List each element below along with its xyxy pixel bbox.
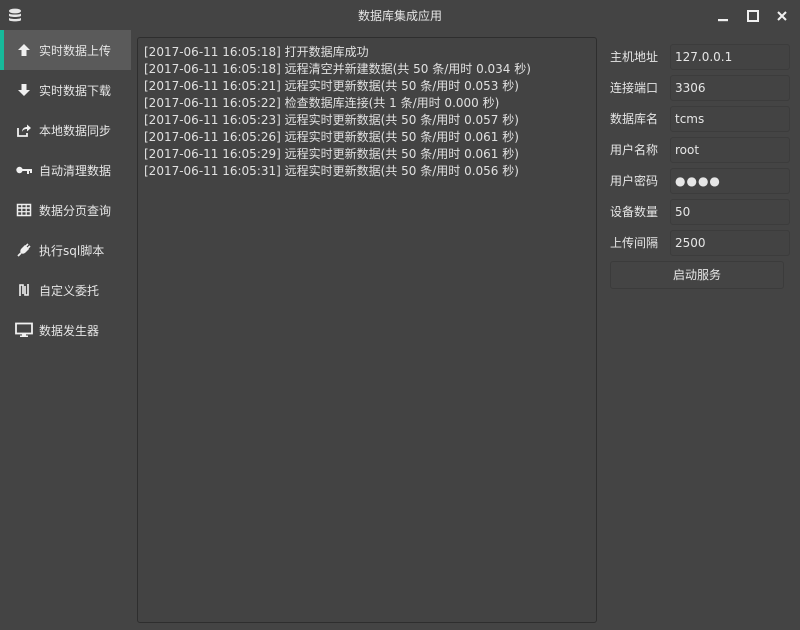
maximize-icon bbox=[747, 10, 759, 22]
plug-icon bbox=[15, 241, 33, 259]
share-icon bbox=[15, 121, 33, 139]
sidebar-item-realtime-upload[interactable]: 实时数据上传 bbox=[0, 30, 131, 70]
arrow-up-icon bbox=[15, 41, 33, 59]
count-label: 设备数量 bbox=[610, 205, 659, 219]
dbname-input[interactable] bbox=[670, 105, 790, 132]
port-row: 连接端口 bbox=[604, 72, 796, 103]
log-line: [2017-06-11 16:05:26] 远程实时更新数据(共 50 条/用时… bbox=[144, 130, 519, 144]
sidebar-item-label: 数据分页查询 bbox=[39, 203, 112, 218]
port-input[interactable] bbox=[670, 74, 790, 101]
table-icon bbox=[15, 201, 33, 219]
sidebar-item-paged-query[interactable]: 数据分页查询 bbox=[0, 190, 131, 230]
sidebar-item-custom-delegate[interactable]: 自定义委托 bbox=[0, 270, 131, 310]
close-button[interactable] bbox=[772, 6, 792, 26]
start-service-button[interactable]: 启动服务 bbox=[610, 261, 784, 289]
app-window: 数据库集成应用 实时数据上传 实时数据下载 本地数据同步 自动清理数据 数据分页… bbox=[0, 0, 800, 630]
device-count-input[interactable] bbox=[670, 198, 790, 225]
interval-row: 上传间隔 bbox=[604, 227, 796, 258]
user-row: 用户名称 bbox=[604, 134, 796, 165]
minimize-icon bbox=[718, 19, 728, 22]
key-icon bbox=[15, 161, 33, 179]
sidebar-item-realtime-download[interactable]: 实时数据下载 bbox=[0, 70, 131, 110]
password-row: 用户密码 ●●●● bbox=[604, 165, 796, 196]
sidebar-item-label: 自动清理数据 bbox=[39, 163, 112, 178]
port-label: 连接端口 bbox=[610, 81, 659, 95]
maximize-button[interactable] bbox=[743, 6, 763, 26]
interval-label: 上传间隔 bbox=[610, 236, 659, 250]
host-label: 主机地址 bbox=[610, 50, 659, 64]
sidebar-item-label: 实时数据上传 bbox=[39, 43, 112, 58]
dbname-label: 数据库名 bbox=[610, 112, 659, 126]
password-label: 用户密码 bbox=[610, 174, 659, 188]
arrow-down-icon bbox=[15, 81, 33, 99]
currency-icon bbox=[15, 281, 33, 299]
log-line: [2017-06-11 16:05:22] 检查数据库连接(共 1 条/用时 0… bbox=[144, 96, 500, 110]
close-icon bbox=[777, 11, 787, 21]
user-label: 用户名称 bbox=[610, 143, 659, 157]
log-line: [2017-06-11 16:05:18] 打开数据库成功 bbox=[144, 45, 369, 59]
sidebar-item-data-generator[interactable]: 数据发生器 bbox=[0, 310, 131, 350]
sidebar-item-label: 执行sql脚本 bbox=[39, 243, 105, 258]
sidebar-item-run-sql[interactable]: 执行sql脚本 bbox=[0, 230, 131, 270]
count-row: 设备数量 bbox=[604, 196, 796, 227]
host-row: 主机地址 bbox=[604, 41, 796, 72]
sidebar-item-label: 自定义委托 bbox=[39, 283, 100, 298]
log-line: [2017-06-11 16:05:21] 远程实时更新数据(共 50 条/用时… bbox=[144, 79, 519, 93]
log-output[interactable]: [2017-06-11 16:05:18] 打开数据库成功 [2017-06-1… bbox=[137, 37, 597, 623]
log-line: [2017-06-11 16:05:23] 远程实时更新数据(共 50 条/用时… bbox=[144, 113, 519, 127]
sidebar-item-auto-clean[interactable]: 自动清理数据 bbox=[0, 150, 131, 190]
user-input[interactable] bbox=[670, 136, 790, 163]
sidebar: 实时数据上传 实时数据下载 本地数据同步 自动清理数据 数据分页查询 执行sql… bbox=[0, 30, 131, 630]
password-input[interactable]: ●●●● bbox=[670, 167, 790, 194]
sidebar-item-local-sync[interactable]: 本地数据同步 bbox=[0, 110, 131, 150]
monitor-icon bbox=[15, 321, 33, 339]
sidebar-item-label: 本地数据同步 bbox=[39, 123, 112, 138]
log-line: [2017-06-11 16:05:29] 远程实时更新数据(共 50 条/用时… bbox=[144, 147, 519, 161]
window-title: 数据库集成应用 bbox=[357, 9, 442, 23]
sidebar-item-label: 实时数据下载 bbox=[39, 83, 112, 98]
sidebar-item-label: 数据发生器 bbox=[39, 323, 100, 338]
connection-form: 主机地址 连接端口 数据库名 用户名称 用户密码 ●●●● 设备数量 上传间隔 … bbox=[604, 41, 796, 289]
log-line: [2017-06-11 16:05:18] 远程清空并新建数据(共 50 条/用… bbox=[144, 62, 531, 76]
title-bar[interactable]: 数据库集成应用 bbox=[0, 0, 800, 32]
upload-interval-input[interactable] bbox=[670, 229, 790, 256]
host-input[interactable] bbox=[670, 43, 790, 70]
dbname-row: 数据库名 bbox=[604, 103, 796, 134]
log-line: [2017-06-11 16:05:31] 远程实时更新数据(共 50 条/用时… bbox=[144, 164, 519, 178]
minimize-button[interactable] bbox=[713, 6, 733, 26]
